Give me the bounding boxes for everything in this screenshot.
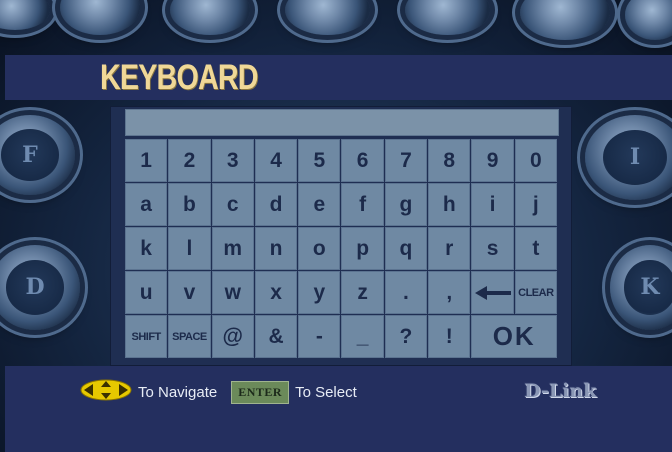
key-c[interactable]: c	[211, 183, 254, 226]
key-z[interactable]: z	[341, 271, 384, 314]
key-u[interactable]: u	[125, 271, 168, 314]
navigate-label: To Navigate	[138, 383, 218, 401]
typewriter-key-letter: K	[640, 274, 660, 301]
dlink-logo: D-Link	[524, 380, 597, 402]
key-hyphen[interactable]: -	[298, 315, 341, 358]
key-exclamation[interactable]: !	[428, 315, 471, 358]
key-period[interactable]: .	[384, 271, 428, 314]
key-a[interactable]: a	[125, 183, 168, 226]
key-s[interactable]: s	[471, 227, 514, 270]
key-question[interactable]: ?	[384, 315, 428, 358]
key-at[interactable]: @	[211, 315, 254, 358]
key-h[interactable]: h	[428, 183, 471, 226]
backspace-arrow-icon	[474, 285, 511, 301]
key-0[interactable]: 0	[514, 139, 557, 182]
typewriter-key-letter: D	[25, 274, 45, 301]
key-comma[interactable]: ,	[428, 271, 471, 314]
key-f[interactable]: f	[341, 183, 384, 226]
key-x[interactable]: x	[254, 271, 298, 314]
key-4[interactable]: 4	[254, 139, 298, 182]
key-7[interactable]: 7	[384, 139, 428, 182]
key-m[interactable]: m	[211, 227, 254, 270]
key-8[interactable]: 8	[428, 139, 471, 182]
key-underscore[interactable]: _	[341, 315, 384, 358]
ok-key[interactable]: OK	[471, 315, 557, 358]
key-i[interactable]: i	[471, 183, 514, 226]
key-g[interactable]: g	[384, 183, 428, 226]
key-o[interactable]: o	[298, 227, 341, 270]
key-q[interactable]: q	[384, 227, 428, 270]
text-entry-field[interactable]	[125, 109, 559, 136]
key-j[interactable]: j	[514, 183, 557, 226]
key-y[interactable]: y	[298, 271, 341, 314]
backspace-key[interactable]	[471, 271, 514, 314]
key-r[interactable]: r	[428, 227, 471, 270]
typewriter-key-letter: I	[629, 144, 641, 171]
navigation-hint: To Navigate ENTER To Select	[80, 379, 357, 405]
keyboard-grid: 1 2 3 4 5 6 7 8 9 0 a b c d e f g h i j …	[125, 139, 557, 358]
page-title: KEYBOARD	[100, 58, 259, 97]
key-1[interactable]: 1	[125, 139, 168, 182]
dpad-navigate-icon	[80, 379, 132, 405]
key-d[interactable]: d	[254, 183, 298, 226]
key-3[interactable]: 3	[211, 139, 254, 182]
key-k[interactable]: k	[125, 227, 168, 270]
typewriter-key-letter: F	[22, 141, 38, 168]
key-b[interactable]: b	[168, 183, 211, 226]
key-e[interactable]: e	[298, 183, 341, 226]
key-l[interactable]: l	[168, 227, 211, 270]
enter-button-icon: ENTER	[231, 380, 290, 404]
clear-key[interactable]: CLEAR	[514, 271, 557, 314]
key-5[interactable]: 5	[298, 139, 341, 182]
key-9[interactable]: 9	[471, 139, 514, 182]
select-label: To Select	[295, 383, 357, 401]
key-6[interactable]: 6	[341, 139, 384, 182]
space-key[interactable]: SPACE	[168, 315, 211, 358]
key-ampersand[interactable]: &	[254, 315, 298, 358]
key-2[interactable]: 2	[168, 139, 211, 182]
shift-key[interactable]: SHIFT	[125, 315, 168, 358]
key-w[interactable]: w	[211, 271, 254, 314]
key-v[interactable]: v	[168, 271, 211, 314]
key-t[interactable]: t	[514, 227, 557, 270]
key-n[interactable]: n	[254, 227, 298, 270]
key-p[interactable]: p	[341, 227, 384, 270]
